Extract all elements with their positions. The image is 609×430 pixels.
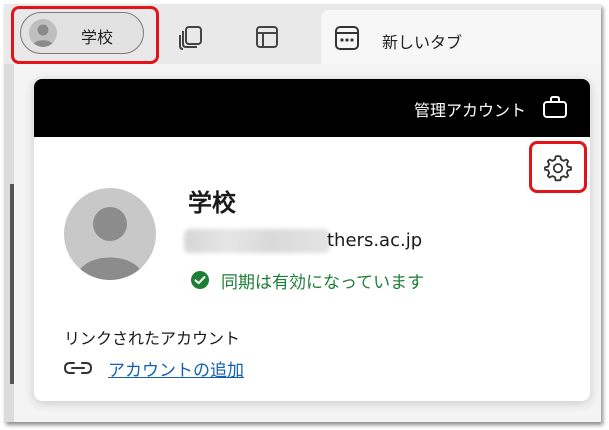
- profile-email: thers.ac.jp: [327, 230, 423, 251]
- profile-flyout: 管理アカウント 学校 thers.ac.jp 同期は有効になっています リンクさ…: [34, 79, 590, 401]
- tab-actions-icon[interactable]: [254, 24, 280, 54]
- workspaces-icon[interactable]: [177, 24, 205, 54]
- tab-new-tab[interactable]: 新しいタブ: [321, 10, 601, 70]
- left-edge-accent: [10, 184, 14, 384]
- add-account-link[interactable]: アカウントの追加: [108, 356, 244, 381]
- profile-button-label: 学校: [81, 28, 114, 47]
- new-tab-page-icon: [334, 25, 360, 55]
- managed-account-header: 管理アカウント: [34, 79, 590, 137]
- check-circle-icon: [190, 270, 210, 294]
- email-redacted: [184, 229, 330, 253]
- tab-title: 新しいタブ: [382, 33, 463, 52]
- person-avatar-icon: [29, 19, 57, 47]
- sync-status: 同期は有効になっています: [221, 273, 425, 293]
- linked-accounts-label: リンクされたアカウント: [64, 329, 241, 348]
- tab-strip: 学校 新しいタブ: [4, 4, 601, 70]
- link-icon: [63, 360, 93, 380]
- profile-button[interactable]: 学校: [20, 12, 144, 54]
- managed-account-label: 管理アカウント: [413, 101, 526, 120]
- profile-avatar: [64, 188, 156, 280]
- profile-settings-button[interactable]: [529, 141, 587, 193]
- briefcase-icon: [542, 95, 568, 123]
- profile-name: 学校: [188, 189, 236, 217]
- browser-window: 学校 新しいタブ 管理アカウント 学校 thers.ac.jp 同期は有効になっ…: [4, 4, 601, 422]
- gear-icon: [544, 154, 572, 186]
